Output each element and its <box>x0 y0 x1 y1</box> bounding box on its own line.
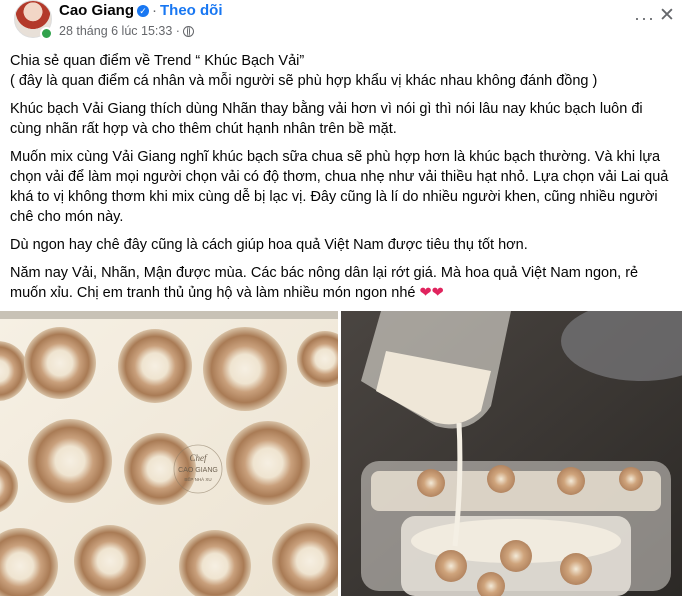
post-paragraph-3: Muốn mix cùng Vải Giang nghĩ khúc bạch s… <box>10 149 669 225</box>
svg-text:CAO GIANG: CAO GIANG <box>178 467 218 474</box>
post-paragraph-2: Khúc bạch Vải Giang thích dùng Nhãn thay… <box>10 101 643 137</box>
post-header: Cao Giang ✓ · Theo dõi 28 tháng 6 lúc 15… <box>0 0 682 44</box>
pouring-cream-photo <box>341 311 682 596</box>
post-timestamp[interactable]: 28 tháng 6 lúc 15:33 · <box>59 24 180 38</box>
online-status-dot <box>40 27 53 40</box>
post-paragraph-1: Chia sẻ quan điểm về Trend “ Khúc Bạch V… <box>10 53 598 89</box>
close-icon[interactable]: ✕ <box>659 4 675 27</box>
svg-text:BẾP NHÀ XU: BẾP NHÀ XU <box>184 476 211 482</box>
heart-emoji-icon: ❤❤ <box>419 285 444 301</box>
post-photo-left[interactable]: Chef CAO GIANG BẾP NHÀ XU <box>0 311 338 596</box>
dessert-tray-photo: Chef CAO GIANG BẾP NHÀ XU <box>0 311 338 596</box>
post-photo-right[interactable] <box>341 311 682 596</box>
post-paragraph-4: Dù ngon hay chê đây cũng là cách giúp ho… <box>10 237 528 253</box>
author-name[interactable]: Cao Giang <box>59 2 134 19</box>
post-paragraph-5: Năm nay Vải, Nhãn, Mận được mùa. Các bác… <box>10 263 672 303</box>
more-options-icon[interactable]: ··· <box>634 8 655 29</box>
svg-text:Chef: Chef <box>190 453 208 463</box>
globe-icon <box>183 26 194 37</box>
post-text: Chia sẻ quan điểm về Trend “ Khúc Bạch V… <box>10 51 672 311</box>
post-paragraph-5-text: Năm nay Vải, Nhãn, Mận được mùa. Các bác… <box>10 265 639 301</box>
separator-dot: · <box>152 2 157 19</box>
follow-button[interactable]: Theo dõi <box>160 2 223 19</box>
verified-badge-icon: ✓ <box>137 5 149 17</box>
